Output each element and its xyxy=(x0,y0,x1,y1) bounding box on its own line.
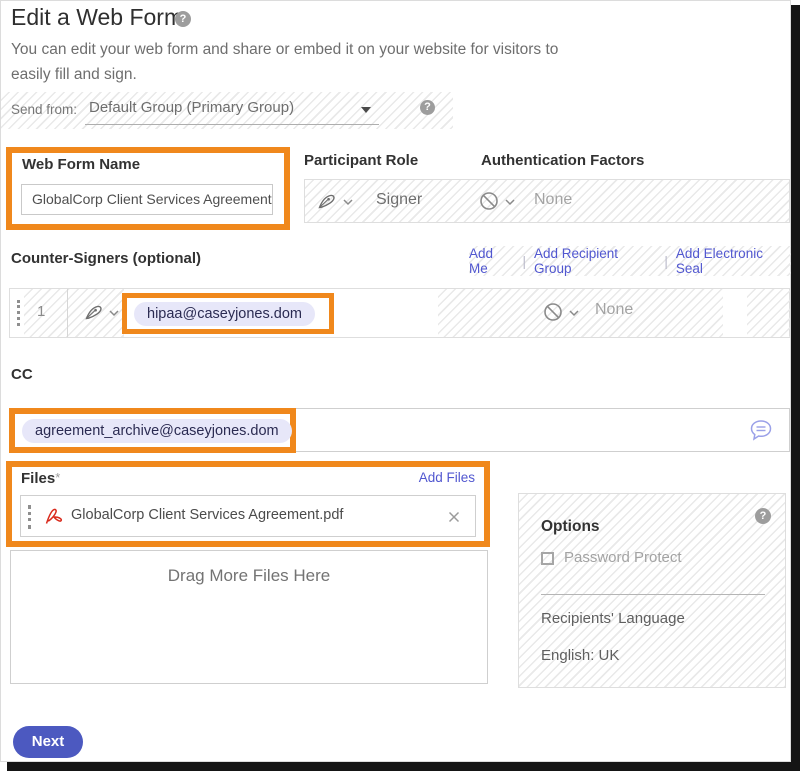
recipients-language-label: Recipients' Language xyxy=(541,610,685,627)
web-form-name-label: Web Form Name xyxy=(22,156,140,173)
no-auth-icon xyxy=(543,302,563,322)
options-help-icon[interactable]: ? xyxy=(755,508,771,524)
title-help-icon[interactable]: ? xyxy=(175,11,191,27)
auth-chevron-down-icon[interactable] xyxy=(505,199,515,206)
send-from-underline xyxy=(85,124,379,125)
participant-role-value[interactable]: Signer xyxy=(376,191,422,209)
pdf-file-icon xyxy=(45,508,64,525)
cc-email-highlight: agreement_archive@caseyjones.dom xyxy=(9,408,296,453)
cc-email-chip: agreement_archive@caseyjones.dom xyxy=(22,419,292,443)
participant-role-label: Participant Role xyxy=(304,152,418,169)
auth-factors-label: Authentication Factors xyxy=(481,152,644,169)
file-row: GlobalCorp Client Services Agreement.pdf xyxy=(20,495,476,537)
counter-signer-links: Add Me | Add Recipient Group | Add Elect… xyxy=(469,246,791,276)
send-from-label: Send from: xyxy=(11,102,77,117)
options-panel: Options ? Password Protect Recipients' L… xyxy=(518,493,786,688)
frame-shadow-bottom xyxy=(7,762,800,771)
signer-row-end-hatch xyxy=(747,289,790,337)
description-line-1: You can edit your web form and share or … xyxy=(11,37,558,62)
cc-heading: CC xyxy=(11,366,33,383)
options-heading: Options xyxy=(541,518,600,536)
row-divider xyxy=(67,289,68,337)
next-button[interactable]: Next xyxy=(13,726,83,758)
file-drag-handle[interactable] xyxy=(28,505,31,529)
dropdown-caret-icon xyxy=(361,107,371,113)
screenshot-canvas: Edit a Web Form ? You can edit your web … xyxy=(0,0,800,771)
cc-input-row[interactable]: agreement_archive@caseyjones.dom xyxy=(9,408,790,452)
counter-signers-heading: Counter-Signers (optional) xyxy=(11,250,201,267)
files-heading: Files* xyxy=(21,470,60,488)
participant-role-row: Signer None xyxy=(304,179,790,223)
edit-web-form-page: Edit a Web Form ? You can edit your web … xyxy=(0,0,791,762)
drop-zone-text: Drag More Files Here xyxy=(11,566,487,586)
message-bubble-icon[interactable] xyxy=(749,419,773,442)
page-title: Edit a Web Form xyxy=(11,4,183,31)
pen-nib-icon xyxy=(84,303,106,321)
add-recipient-group-link[interactable]: Add Recipient Group xyxy=(534,246,656,276)
signer-auth-chevron-icon[interactable] xyxy=(569,310,579,317)
signer-role-chevron-icon[interactable] xyxy=(109,310,119,317)
add-files-link[interactable]: Add Files xyxy=(419,470,475,488)
signer-auth-value[interactable]: None xyxy=(595,301,633,319)
send-from-group: Send from: Default Group (Primary Group) xyxy=(1,92,453,129)
required-asterisk: * xyxy=(55,470,60,485)
role-chevron-down-icon[interactable] xyxy=(343,199,353,206)
signer-email-chip: hipaa@caseyjones.dom xyxy=(134,302,315,326)
add-electronic-seal-link[interactable]: Add Electronic Seal xyxy=(676,246,791,276)
drag-handle[interactable] xyxy=(17,300,20,326)
frame-shadow-right xyxy=(791,5,800,762)
web-form-name-highlight: Web Form Name GlobalCorp Client Services… xyxy=(6,147,290,230)
description-line-2: easily fill and sign. xyxy=(11,62,558,87)
counter-signer-row: 1 hipaa@caseyjones.dom None xyxy=(9,288,790,338)
options-divider xyxy=(541,594,765,595)
send-from-help-icon[interactable]: ? xyxy=(420,100,435,115)
recipients-language-value[interactable]: English: UK xyxy=(541,647,619,664)
web-form-name-input[interactable]: GlobalCorp Client Services Agreement xyxy=(21,184,273,215)
file-name: GlobalCorp Client Services Agreement.pdf xyxy=(71,507,343,523)
signer-index: 1 xyxy=(37,303,45,320)
password-protect-label: Password Protect xyxy=(564,549,682,566)
remove-file-icon[interactable] xyxy=(448,511,460,523)
signer-auth-hatch xyxy=(438,289,723,337)
send-from-select[interactable]: Default Group (Primary Group) xyxy=(89,99,294,116)
link-separator: | xyxy=(522,254,526,269)
link-separator: | xyxy=(664,254,668,269)
add-me-link[interactable]: Add Me xyxy=(469,246,514,276)
password-protect-checkbox[interactable] xyxy=(541,552,554,565)
auth-factors-value[interactable]: None xyxy=(534,191,572,209)
file-drop-zone[interactable]: Drag More Files Here xyxy=(10,550,488,684)
signer-email-highlight[interactable]: hipaa@caseyjones.dom xyxy=(122,293,334,334)
pen-nib-icon xyxy=(317,192,339,210)
no-auth-icon xyxy=(479,191,499,211)
page-description: You can edit your web form and share or … xyxy=(11,37,558,87)
files-highlight: Files* Add Files GlobalCorp Client Servi… xyxy=(6,461,490,547)
